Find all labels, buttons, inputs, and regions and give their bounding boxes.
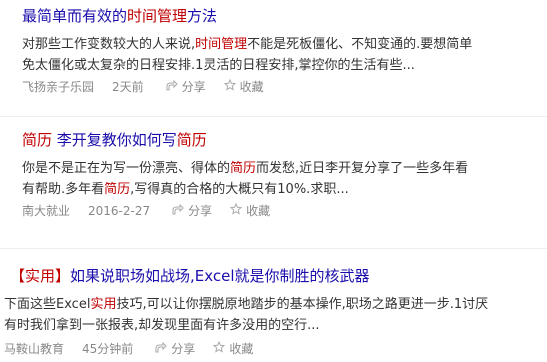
abstract-line: 对那些工作变数较大的人来说,时间管理不能是死板僵化、不知变通的.要想简单 <box>22 34 547 55</box>
result-source[interactable]: 马鞍山教育 <box>4 340 64 358</box>
collect-button[interactable]: 收藏 <box>223 78 264 96</box>
abstract-highlight: 简历 <box>230 161 257 176</box>
result-title-text: 最简单而有效的 <box>22 7 128 25</box>
collect-button[interactable]: 收藏 <box>229 202 271 220</box>
collect-label: 收藏 <box>246 204 271 218</box>
result-abstract: 对那些工作变数较大的人来说,时间管理不能是死板僵化、不知变通的.要想简单 免太僵… <box>22 34 547 76</box>
abstract-line: 你是不是正在为写一份漂亮、得体的简历而发愁,近日李开复分享了一些多年看 <box>22 158 547 179</box>
search-results: 最简单而有效的时间管理方法 对那些工作变数较大的人来说,时间管理不能是死板僵化、… <box>0 0 547 362</box>
collect-label: 收藏 <box>229 342 254 356</box>
share-icon <box>166 78 178 96</box>
abstract-line: 有时我们拿到一张报表,却发现里面有许多没用的空行... <box>4 318 320 333</box>
result-title-text: 如果说职场如战场,Excel就是你制胜的核武器 <box>70 267 370 285</box>
result-meta: 马鞍山教育 45分钟前 分享 收藏 <box>4 340 271 358</box>
result-time: 2天前 <box>112 80 144 94</box>
result-time: 2016-2-27 <box>88 204 151 218</box>
result-time: 45分钟前 <box>82 342 134 356</box>
share-label: 分享 <box>188 204 213 218</box>
abstract-line: 免太僵化或太复杂的日程安排.1灵活的日程安排,掌控你的生活有些... <box>22 58 415 73</box>
result-meta: 飞扬亲子乐园 2天前 分享 收藏 <box>22 78 282 96</box>
result-title-text: 方法 <box>187 7 218 25</box>
abstract-text: 而发愁,近日李开复分享了一些多年看 <box>256 161 469 176</box>
abstract-text: 下面这些Excel <box>4 297 91 312</box>
result-meta: 南大就业 2016-2-27 分享 收藏 <box>22 202 288 220</box>
result-source[interactable]: 飞扬亲子乐园 <box>22 78 94 96</box>
share-button[interactable]: 分享 <box>155 340 195 358</box>
abstract-text: ,写得真的合格的大概只有10%.求职... <box>130 182 349 197</box>
share-button[interactable]: 分享 <box>172 202 212 220</box>
share-icon <box>155 340 168 358</box>
abstract-text: 不能是死板僵化、不知变通的.要想简单 <box>247 37 473 52</box>
result-title[interactable]: 简历 李开复教你如何写简历 <box>22 130 207 150</box>
abstract-highlight: 简历 <box>104 182 131 197</box>
result-title-highlight: 简历 <box>22 131 53 149</box>
star-icon <box>229 202 243 220</box>
abstract-highlight: 时间管理 <box>195 37 248 52</box>
abstract-highlight: 实用 <box>90 297 117 312</box>
result-title-tag: 【实用】 <box>10 267 71 285</box>
collect-label: 收藏 <box>239 80 264 94</box>
result-title[interactable]: 【实用】如果说职场如战场,Excel就是你制胜的核武器 <box>10 266 370 286</box>
divider <box>0 116 547 117</box>
star-icon <box>223 78 236 96</box>
result-source[interactable]: 南大就业 <box>22 202 70 220</box>
abstract-text: 你是不是正在为写一份漂亮、得体的 <box>22 161 231 176</box>
abstract-line: 有帮助.多年看简历,写得真的合格的大概只有10%.求职... <box>22 179 547 200</box>
result-abstract: 你是不是正在为写一份漂亮、得体的简历而发愁,近日李开复分享了一些多年看 有帮助.… <box>22 158 547 200</box>
result-title-text: 李开复教你如何写 <box>52 131 177 149</box>
result-title[interactable]: 最简单而有效的时间管理方法 <box>22 6 217 26</box>
abstract-line: 下面这些Excel实用技巧,可以让你摆脱原地踏步的基本操作,职场之路更进一步.1… <box>4 294 547 315</box>
abstract-text: 有帮助.多年看 <box>22 182 105 197</box>
share-label: 分享 <box>171 342 196 356</box>
abstract-text: 对那些工作变数较大的人来说, <box>22 37 196 52</box>
result-abstract: 下面这些Excel实用技巧,可以让你摆脱原地踏步的基本操作,职场之路更进一步.1… <box>4 294 547 336</box>
share-icon <box>172 202 184 220</box>
share-button[interactable]: 分享 <box>166 78 206 96</box>
result-title-highlight: 时间管理 <box>127 7 188 25</box>
share-label: 分享 <box>181 80 206 94</box>
abstract-text: 技巧,可以让你摆脱原地踏步的基本操作,职场之路更进一步.1讨厌 <box>116 297 489 312</box>
collect-button[interactable]: 收藏 <box>213 340 253 358</box>
result-title-highlight: 简历 <box>176 131 207 149</box>
divider <box>0 248 547 249</box>
star-icon <box>213 340 226 358</box>
